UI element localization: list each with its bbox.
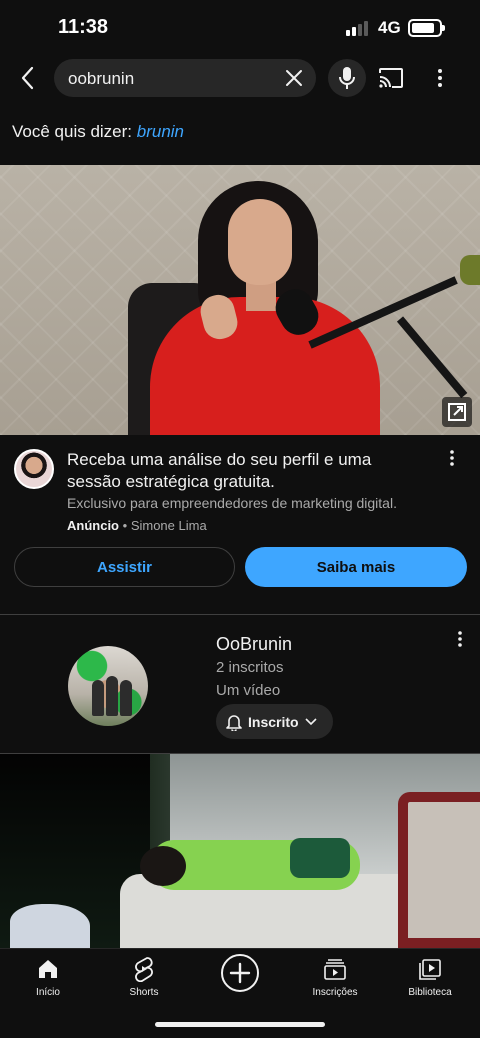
subscribed-button[interactable]: Inscrito [216, 704, 333, 739]
external-link-icon [448, 403, 466, 421]
subscriptions-icon [324, 959, 346, 980]
clear-icon [286, 70, 302, 86]
suggestion-prefix: Você quis dizer: [12, 122, 133, 141]
learn-more-button[interactable]: Saiba mais [245, 547, 467, 587]
video-thumbnail[interactable] [0, 754, 480, 948]
watch-button[interactable]: Assistir [14, 547, 235, 587]
mic-icon [339, 67, 355, 89]
cast-icon [379, 68, 403, 88]
avatar-figure [120, 680, 132, 716]
nav-create-button[interactable] [221, 954, 259, 992]
meta-separator: • [122, 518, 128, 533]
search-header: oobrunin [0, 56, 480, 100]
nav-library-label: Biblioteca [408, 987, 452, 998]
nav-shorts-label: Shorts [129, 987, 159, 998]
bell-icon [226, 714, 242, 731]
thumb-plant [460, 255, 480, 285]
home-indicator [155, 1022, 325, 1027]
shorts-icon [135, 957, 153, 982]
nav-subscriptions[interactable]: Inscrições [295, 955, 375, 1005]
ad-card: Receba uma análise do seu perfil e uma s… [0, 435, 480, 615]
battery-icon [408, 19, 445, 37]
back-button[interactable] [12, 60, 42, 96]
subscribed-label: Inscrito [248, 713, 299, 730]
library-icon [419, 959, 441, 980]
nav-home-label: Início [36, 987, 60, 998]
more-vert-icon [438, 69, 442, 87]
advertiser-avatar[interactable] [14, 449, 54, 489]
suggestion-link[interactable]: brunin [137, 122, 184, 141]
back-arrow-icon [21, 66, 34, 90]
create-icon [229, 962, 251, 984]
channel-result[interactable]: OoBrunin 2 inscritos Um vídeo Inscrito [0, 616, 480, 753]
avatar-figure [106, 676, 118, 716]
voice-search-button[interactable] [328, 59, 366, 97]
advertiser-name: Simone Lima [130, 518, 207, 533]
ad-meta: Anúncio • Simone Lima [67, 518, 207, 533]
thumb-clothing [290, 838, 350, 878]
divider [0, 614, 480, 615]
channel-name[interactable]: OoBrunin [216, 634, 292, 655]
search-query: oobrunin [68, 69, 135, 88]
more-vert-icon [458, 631, 462, 647]
nav-shorts[interactable]: Shorts [104, 955, 184, 1005]
status-time: 11:38 [58, 16, 109, 38]
ad-title[interactable]: Receba uma análise do seu perfil e uma s… [67, 449, 417, 493]
cast-button[interactable] [376, 64, 406, 92]
thumb-face [228, 199, 292, 285]
network-type: 4G [378, 18, 401, 37]
more-vert-icon [450, 450, 454, 466]
thumb-object [10, 904, 90, 948]
ad-video-thumbnail[interactable] [0, 165, 480, 435]
home-icon [39, 960, 57, 978]
external-link-button[interactable] [442, 397, 472, 427]
avatar-figure [92, 680, 104, 716]
clear-search-button[interactable] [284, 68, 304, 88]
ad-badge: Anúncio [67, 518, 119, 533]
thumb-body [150, 297, 380, 435]
channel-video-count: Um vídeo [216, 682, 281, 699]
nav-home[interactable]: Início [8, 955, 88, 1005]
ad-description: Exclusivo para empreendedores de marketi… [67, 495, 397, 511]
thumb-head [140, 846, 186, 886]
ad-more-button[interactable] [444, 449, 460, 471]
channel-avatar[interactable] [68, 646, 148, 726]
chevron-down-icon [305, 717, 317, 725]
search-input[interactable]: oobrunin [54, 59, 316, 97]
thumb-mic-arm-2 [396, 316, 468, 399]
nav-library[interactable]: Biblioteca [390, 955, 470, 1005]
nav-subscriptions-label: Inscrições [312, 987, 358, 998]
thumb-door [398, 792, 480, 948]
status-bar: 11:38 4G [0, 0, 480, 56]
channel-subscribers: 2 inscritos [216, 659, 284, 676]
channel-more-button[interactable] [452, 630, 468, 652]
signal-icon [346, 20, 372, 36]
spelling-suggestion: Você quis dizer: brunin [12, 122, 184, 142]
more-options-button[interactable] [428, 64, 452, 92]
